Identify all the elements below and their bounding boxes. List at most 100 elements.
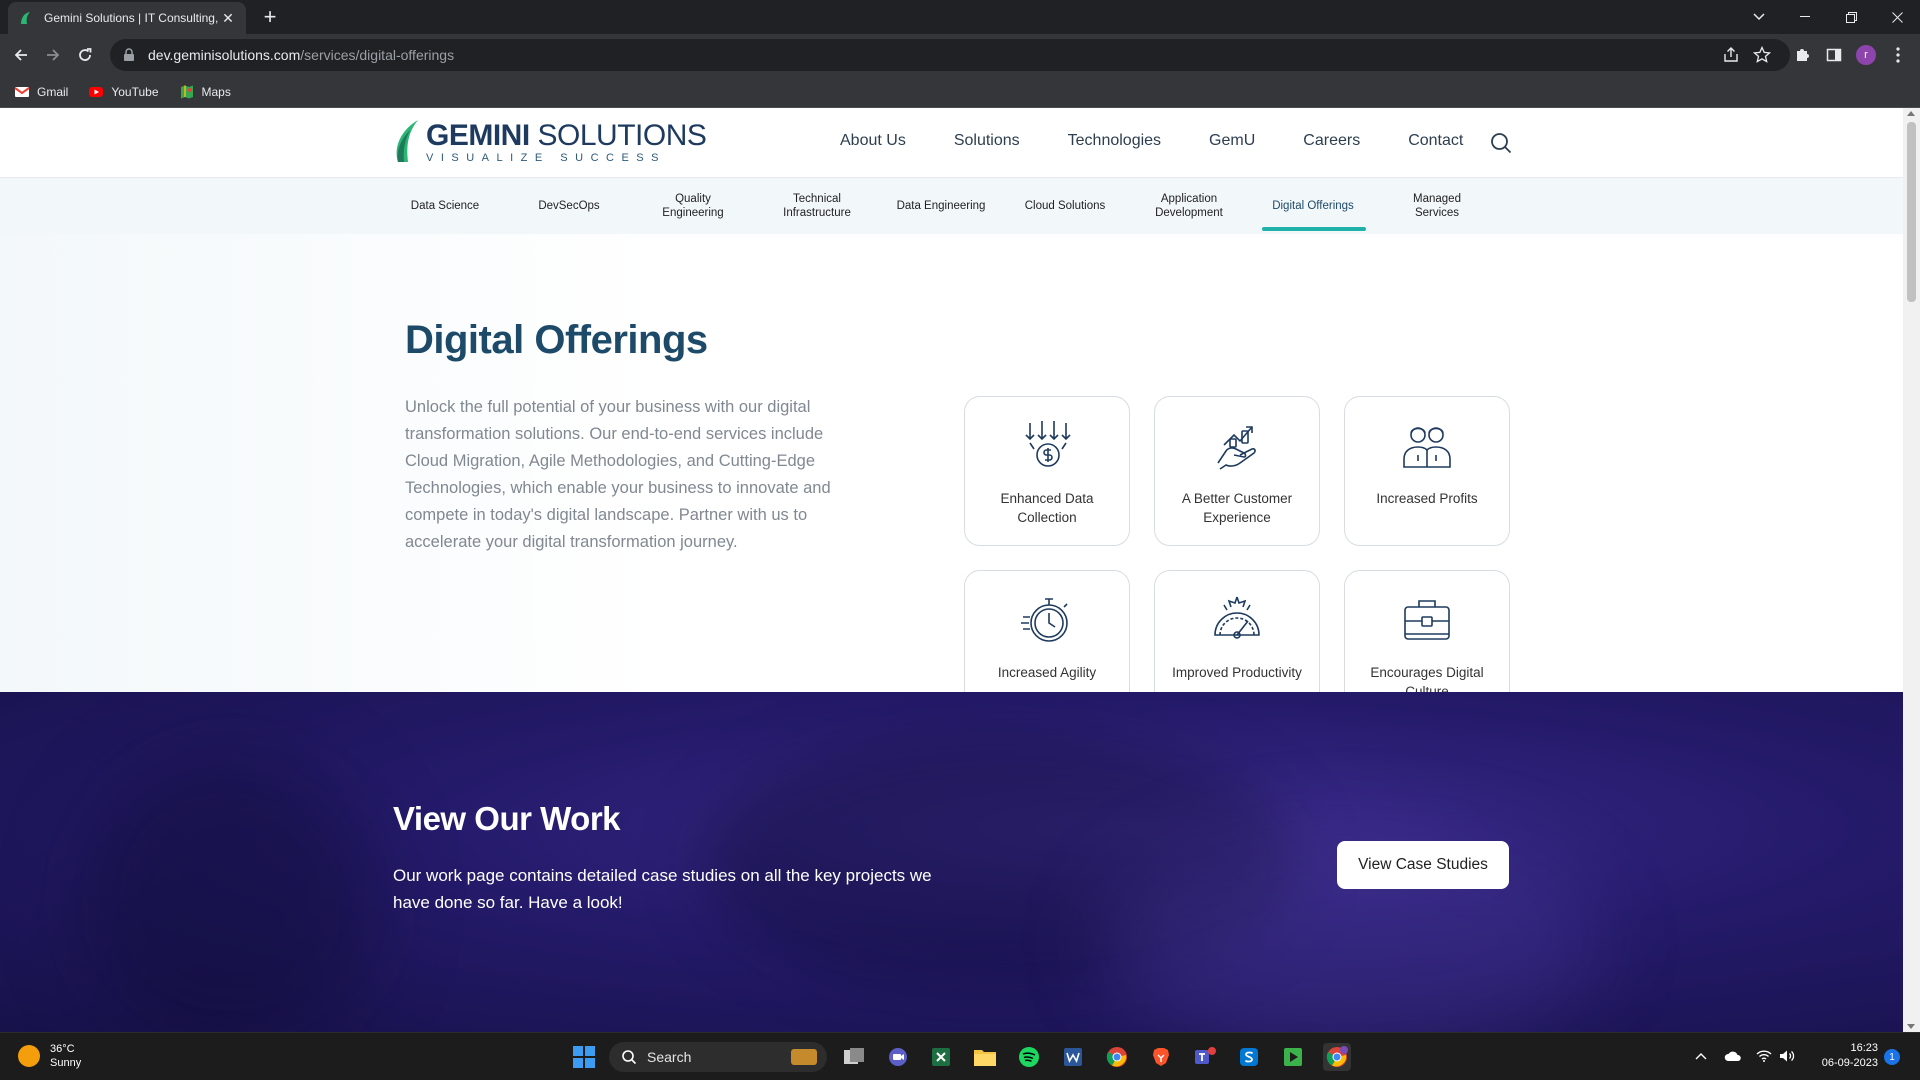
youtube-icon [89,86,104,97]
offering-card[interactable]: Enhanced Data Collection [964,396,1130,546]
gemini-favicon-icon [21,12,30,24]
work-description: Our work page contains detailed case stu… [393,866,932,912]
maps-icon [180,85,193,98]
notification-badge[interactable]: 1 [1884,1049,1900,1065]
nav-contact[interactable]: Contact [1408,132,1463,150]
stopwatch-icon [1021,598,1068,642]
close-window-button[interactable] [1874,0,1920,34]
customer-experience-icon [1217,426,1256,470]
bookmark-label: Maps [201,84,231,99]
data-collection-icon [1025,421,1071,467]
nav-about-us[interactable]: About Us [840,132,906,150]
task-view-icon[interactable] [840,1043,868,1071]
speedometer-icon [1214,596,1260,639]
scrollbar-thumb[interactable] [1907,122,1916,302]
logo-wordmark: GEMINI SOLUTIONS [426,118,707,152]
page-title: Digital Offerings [405,318,708,362]
skype-icon[interactable] [1235,1043,1263,1071]
teams-icon[interactable] [1191,1043,1219,1071]
back-button[interactable] [9,43,33,67]
taskbar-search-label: Search [647,1049,692,1065]
word-icon[interactable] [1059,1043,1087,1071]
subnav-cloud-solutions[interactable]: Cloud Solutions [1003,178,1127,234]
hero-description: Unlock the full potential of your busine… [405,398,831,551]
menu-kebab-icon[interactable] [1886,43,1910,67]
search-highlight-icon [791,1049,817,1065]
site-logo[interactable]: GEMINI SOLUTIONS VISUALIZE SUCCESS [392,118,707,166]
browser-tab-strip: Gemini Solutions | IT Consulting, ✕ + [0,0,1920,34]
view-case-studies-button[interactable]: View Case Studies [1337,841,1509,889]
taskbar-search[interactable]: Search [609,1042,827,1072]
profits-icon [1403,427,1451,468]
brave-icon[interactable] [1147,1043,1175,1071]
lock-icon [124,48,134,61]
nav-technologies[interactable]: Technologies [1068,132,1161,150]
chevron-up-icon[interactable] [1692,1047,1710,1065]
scroll-down-arrow-icon[interactable] [1907,1024,1915,1029]
view-our-work-section: View Our Work Our work page contains det… [0,692,1903,1032]
bookmarks-bar: Gmail YouTube Maps [0,76,1920,108]
nav-gemu[interactable]: GemU [1209,132,1255,150]
subnav-quality-engineering[interactable]: Quality Engineering [631,178,755,234]
subnav-technical-infrastructure[interactable]: Technical Infrastructure [755,178,879,234]
card-label: Increased Agility [997,665,1097,680]
start-button[interactable] [570,1043,598,1071]
volume-icon[interactable] [1778,1047,1796,1065]
page-viewport: GEMINI SOLUTIONS VISUALIZE SUCCESS About… [0,108,1903,1032]
chrome-active-icon[interactable] [1323,1043,1351,1071]
forward-button[interactable] [41,43,65,67]
weather-widget[interactable]: 36°C Sunny [18,1042,81,1070]
bookmark-gmail[interactable]: Gmail [14,84,68,100]
tab-close-icon[interactable]: ✕ [220,10,236,26]
share-icon[interactable] [1722,46,1740,64]
address-bar[interactable]: dev.geminisolutions.com/services/digital… [110,39,1790,71]
browser-tab[interactable]: Gemini Solutions | IT Consulting, ✕ [8,2,246,34]
extensions-icon[interactable] [1790,43,1814,67]
clock-date: 06-09-2023 [1821,1057,1878,1069]
logo-tagline: VISUALIZE SUCCESS [426,151,666,164]
card-label: Improved Productivity [1172,665,1302,680]
media-player-icon[interactable] [1279,1043,1307,1071]
subnav-data-engineering[interactable]: Data Engineering [879,178,1003,234]
gmail-icon [14,86,30,97]
new-tab-button[interactable]: + [258,4,282,29]
profile-avatar[interactable]: r [1856,45,1876,65]
excel-icon[interactable] [927,1043,955,1071]
side-panel-icon[interactable] [1822,43,1846,67]
teams-chat-icon[interactable] [884,1043,912,1071]
offering-card[interactable]: A Better Customer Experience [1154,396,1320,546]
nav-solutions[interactable]: Solutions [954,132,1020,150]
subnav-application-development[interactable]: Application Development [1127,178,1251,234]
background-shape [80,752,380,1032]
chrome-icon[interactable] [1103,1043,1131,1071]
card-label: Increased Profits [1376,491,1478,506]
tab-title: Gemini Solutions | IT Consulting, [44,11,219,25]
nav-careers[interactable]: Careers [1303,132,1360,150]
subnav-managed-services[interactable]: Managed Services [1375,178,1499,234]
bookmark-star-icon[interactable] [1753,46,1771,64]
onedrive-icon[interactable] [1724,1047,1742,1065]
taskbar-clock[interactable]: 16:23 06-09-2023 [1812,1041,1878,1071]
search-icon[interactable] [1490,132,1512,154]
restore-button[interactable] [1828,0,1874,34]
offering-card[interactable]: Increased Profits [1344,396,1510,546]
page-scrollbar[interactable] [1903,108,1920,1032]
tab-search-chevron-icon[interactable] [1736,0,1782,34]
subnav-devsecops[interactable]: DevSecOps [507,178,631,234]
url-path: /services/digital-offerings [300,47,455,63]
subnav-digital-offerings[interactable]: Digital Offerings [1251,178,1375,234]
bookmark-label: Gmail [37,84,69,99]
wifi-icon[interactable] [1755,1047,1773,1065]
file-explorer-icon[interactable] [971,1043,999,1071]
leaf-logo-icon [396,120,418,162]
main-nav: About Us Solutions Technologies GemU Car… [840,132,1511,150]
card-label: Enhanced Data Collection [1000,491,1094,525]
minimize-button[interactable] [1782,0,1828,34]
bookmark-youtube[interactable]: YouTube [88,84,159,100]
spotify-icon[interactable] [1015,1043,1043,1071]
sun-icon [18,1045,40,1067]
bookmark-maps[interactable]: Maps [179,84,231,100]
scroll-up-arrow-icon[interactable] [1907,111,1915,116]
reload-button[interactable] [73,43,97,67]
subnav-data-science[interactable]: Data Science [383,178,507,234]
